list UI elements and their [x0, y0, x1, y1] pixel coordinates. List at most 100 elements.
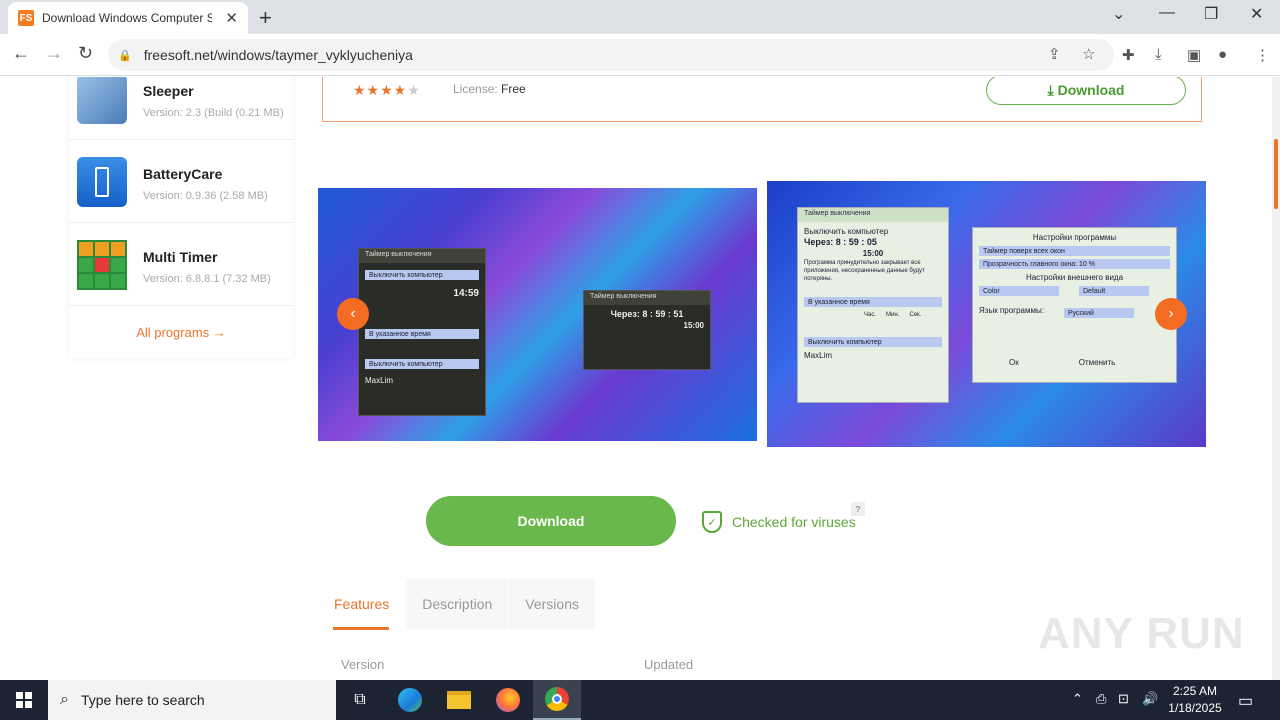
windows-taskbar: ⌕ Type here to search ⧉ ⌃ ⎙ ⊡ 🔊 2:25 AM …: [0, 680, 1280, 720]
screenshot-2[interactable]: Таймер выключения Выключить компьютер Че…: [767, 181, 1206, 447]
warning-text: Программа принудительно закрывает все пр…: [804, 260, 925, 282]
sidebar-item-multitimer[interactable]: Multi Timer Version: 6.8.8.1 (7.32 MB): [69, 223, 293, 306]
site-favicon-icon: FS: [18, 10, 34, 26]
countdown-time: 15:00: [683, 321, 704, 330]
timer-window: Таймер выключения Выключить компьютер 14…: [358, 248, 486, 416]
taskbar-clock[interactable]: 2:25 AM 1/18/2025: [1160, 683, 1230, 717]
footer-brand: MaxLim: [804, 351, 833, 360]
back-icon[interactable]: ←: [12, 43, 30, 64]
meet-now-icon[interactable]: ⎙: [1096, 691, 1106, 707]
minimize-icon[interactable]: —: [1159, 4, 1175, 22]
ok-button-label: Ок: [1009, 358, 1019, 367]
sidebar-item-batterycare[interactable]: BatteryCare Version: 0.9.36 (2.58 MB): [69, 140, 293, 223]
page-scrollbar[interactable]: [1272, 77, 1280, 680]
program-info-box: ★★★★★ License: Free ⤓ Download: [322, 77, 1202, 122]
sidebar-item-name[interactable]: Multi Timer: [143, 249, 217, 265]
share-icon[interactable]: ⇪: [1048, 45, 1061, 63]
browser-tab[interactable]: FS Download Windows Computer S ✕: [8, 2, 248, 34]
default-select: Default: [1079, 286, 1149, 296]
star-icon[interactable]: ☆: [1082, 45, 1095, 63]
license-value: Free: [501, 82, 526, 96]
mode-select: В указанное время: [804, 297, 942, 307]
language-select: Русский: [1063, 308, 1134, 318]
countdown-text: Через: 8 : 59 : 05: [804, 237, 877, 247]
minutes-label: Мин.: [886, 312, 900, 318]
sleeper-app-icon: [77, 77, 127, 124]
file-explorer-icon[interactable]: [435, 680, 483, 720]
download-button-top[interactable]: ⤓ Download: [986, 77, 1186, 105]
firefox-icon[interactable]: [484, 680, 532, 720]
action-label: Выключить компьютер: [804, 227, 889, 236]
column-updated: Updated: [644, 657, 694, 672]
content-tabs: Features Description Versions: [318, 578, 596, 630]
sidebar-item-name[interactable]: Sleeper: [143, 83, 194, 99]
tab-title: Download Windows Computer S: [42, 11, 212, 25]
carousel-next-button[interactable]: ›: [1155, 298, 1187, 330]
windows-logo-icon: [16, 692, 32, 708]
tab-versions[interactable]: Versions: [509, 578, 595, 630]
volume-icon[interactable]: 🔊: [1142, 691, 1158, 707]
sidebar-programs: Sleeper Version: 2.3 (Build (0.21 MB) Ba…: [69, 77, 293, 358]
sidebar-item-name[interactable]: BatteryCare: [143, 166, 222, 182]
virus-check-text: Checked for viruses: [732, 514, 856, 530]
timer-window: Таймер выключения Выключить компьютер Че…: [797, 207, 949, 403]
countdown-window: Таймер выключения Через: 8 : 59 : 51 15:…: [583, 290, 711, 370]
start-button[interactable]: [0, 680, 48, 720]
browser-toolbar: ← → ↻ 🔒 freesoft.net/windows/taymer_vykl…: [0, 34, 1280, 76]
shield-check-icon: ✓: [702, 511, 722, 533]
virus-check-badge: ✓ Checked for viruses: [702, 511, 856, 533]
restore-icon[interactable]: ❐: [1204, 4, 1218, 24]
close-window-icon[interactable]: ✕: [1250, 4, 1263, 24]
taskbar-search[interactable]: ⌕ Type here to search: [48, 680, 336, 720]
sidepanel-icon[interactable]: ▣: [1187, 46, 1201, 64]
all-programs-link[interactable]: All programs →: [69, 306, 293, 358]
sidebar-item-version: Version: 6.8.8.1 (7.32 MB): [143, 273, 271, 285]
menu-icon[interactable]: ⋮: [1255, 46, 1270, 64]
settings-title: Настройки программы: [1032, 233, 1117, 242]
notifications-icon[interactable]: ▭: [1238, 691, 1253, 711]
color-select: Color: [979, 286, 1059, 296]
forward-icon[interactable]: →: [45, 43, 63, 64]
new-tab-icon[interactable]: +: [259, 5, 272, 31]
extensions-icon[interactable]: ✚: [1122, 46, 1135, 64]
sidebar-item-version: Version: 2.3 (Build (0.21 MB): [143, 107, 284, 119]
chrome-icon[interactable]: [533, 680, 581, 720]
download-arrow-icon: ⤓: [1047, 81, 1058, 98]
browser-tabstrip: FS Download Windows Computer S ✕ + ⌄ — ❐…: [0, 0, 1280, 34]
tab-search-icon[interactable]: ⌄: [1112, 4, 1125, 24]
download-icon[interactable]: ⤓: [1155, 46, 1162, 63]
scrollbar-thumb[interactable]: [1274, 139, 1278, 209]
license-label: License:: [453, 82, 498, 96]
profile-icon[interactable]: ●: [1218, 46, 1227, 63]
battery-app-icon: [77, 157, 127, 207]
column-version: Version: [341, 657, 385, 672]
address-bar[interactable]: 🔒 freesoft.net/windows/taymer_vyklyuchen…: [108, 39, 1114, 71]
appearance-title: Настройки внешнего вида: [1025, 273, 1124, 282]
sidebar-item-version: Version: 0.9.36 (2.58 MB): [143, 190, 268, 202]
rating-stars: ★★★★★: [353, 82, 421, 98]
clock-date: 1/18/2025: [1168, 701, 1222, 715]
tab-close-icon[interactable]: ✕: [225, 9, 238, 27]
window-title: Таймер выключения: [798, 208, 948, 222]
network-icon[interactable]: ⊡: [1118, 691, 1129, 707]
tab-features[interactable]: Features: [318, 578, 406, 630]
help-icon[interactable]: ?: [851, 502, 865, 516]
clock-time: 2:25 AM: [1172, 684, 1218, 698]
tab-description[interactable]: Description: [406, 578, 509, 630]
anyrun-watermark: ANY RUN: [1038, 609, 1245, 658]
tray-overflow-icon[interactable]: ⌃: [1072, 691, 1083, 707]
timer-time: 14:59: [453, 288, 479, 299]
lock-icon[interactable]: 🔒: [118, 49, 132, 62]
screenshot-1[interactable]: Таймер выключения Выключить компьютер 14…: [318, 188, 757, 441]
carousel-prev-button[interactable]: ‹: [337, 298, 369, 330]
sidebar-item-sleeper[interactable]: Sleeper Version: 2.3 (Build (0.21 MB): [69, 77, 293, 140]
multitimer-app-icon: [77, 240, 127, 290]
window-title: Таймер выключения: [584, 291, 710, 305]
download-button[interactable]: Download: [426, 496, 676, 546]
task-view-icon[interactable]: ⧉: [336, 680, 384, 720]
edge-icon[interactable]: [386, 680, 434, 720]
search-icon: ⌕: [60, 691, 69, 708]
reload-icon[interactable]: ↻: [78, 43, 93, 64]
url-text: freesoft.net/windows/taymer_vyklyucheniy…: [143, 47, 413, 63]
always-on-top-option: Таймер поверх всех окон: [979, 246, 1170, 256]
